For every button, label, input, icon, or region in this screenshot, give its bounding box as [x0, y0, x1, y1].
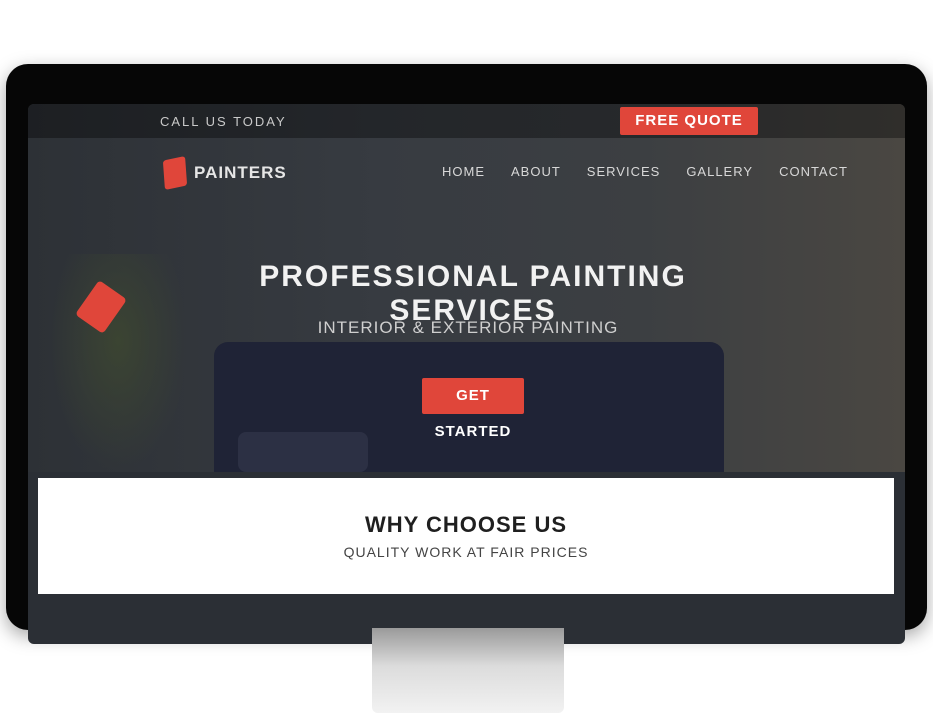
intro-band: WHY CHOOSE US QUALITY WORK AT FAIR PRICE… [38, 478, 894, 594]
hero-subhead: INTERIOR & EXTERIOR PAINTING [317, 318, 619, 337]
free-quote-button[interactable]: FREE QUOTE [620, 107, 758, 135]
nav-item-about[interactable]: ABOUT [511, 164, 561, 179]
nav-item-gallery[interactable]: GALLERY [686, 164, 753, 179]
website-screen: CALL US TODAY FREE QUOTE PAINTERS HOME A… [28, 104, 905, 644]
monitor-stand [372, 628, 564, 713]
monitor-frame: CALL US TODAY FREE QUOTE PAINTERS HOME A… [6, 64, 927, 644]
band-title: WHY CHOOSE US [364, 512, 568, 537]
get-started-button[interactable]: GET STARTED [422, 378, 524, 440]
band-subtitle: QUALITY WORK AT FAIR PRICES [343, 544, 589, 560]
nav-item-home[interactable]: HOME [442, 164, 485, 179]
plant-image [48, 254, 188, 472]
nav-item-services[interactable]: SERVICES [587, 164, 661, 179]
top-bar: CALL US TODAY FREE QUOTE [28, 104, 905, 138]
top-contact-text: CALL US TODAY [160, 114, 287, 129]
site-logo[interactable]: PAINTERS [162, 156, 287, 190]
cushion-image [238, 432, 368, 472]
brush-logo-icon [162, 156, 188, 190]
hero-section: CALL US TODAY FREE QUOTE PAINTERS HOME A… [28, 104, 905, 472]
main-nav: HOME ABOUT SERVICES GALLERY CONTACT [442, 164, 848, 179]
nav-item-contact[interactable]: CONTACT [779, 164, 848, 179]
logo-text: PAINTERS [194, 163, 287, 182]
